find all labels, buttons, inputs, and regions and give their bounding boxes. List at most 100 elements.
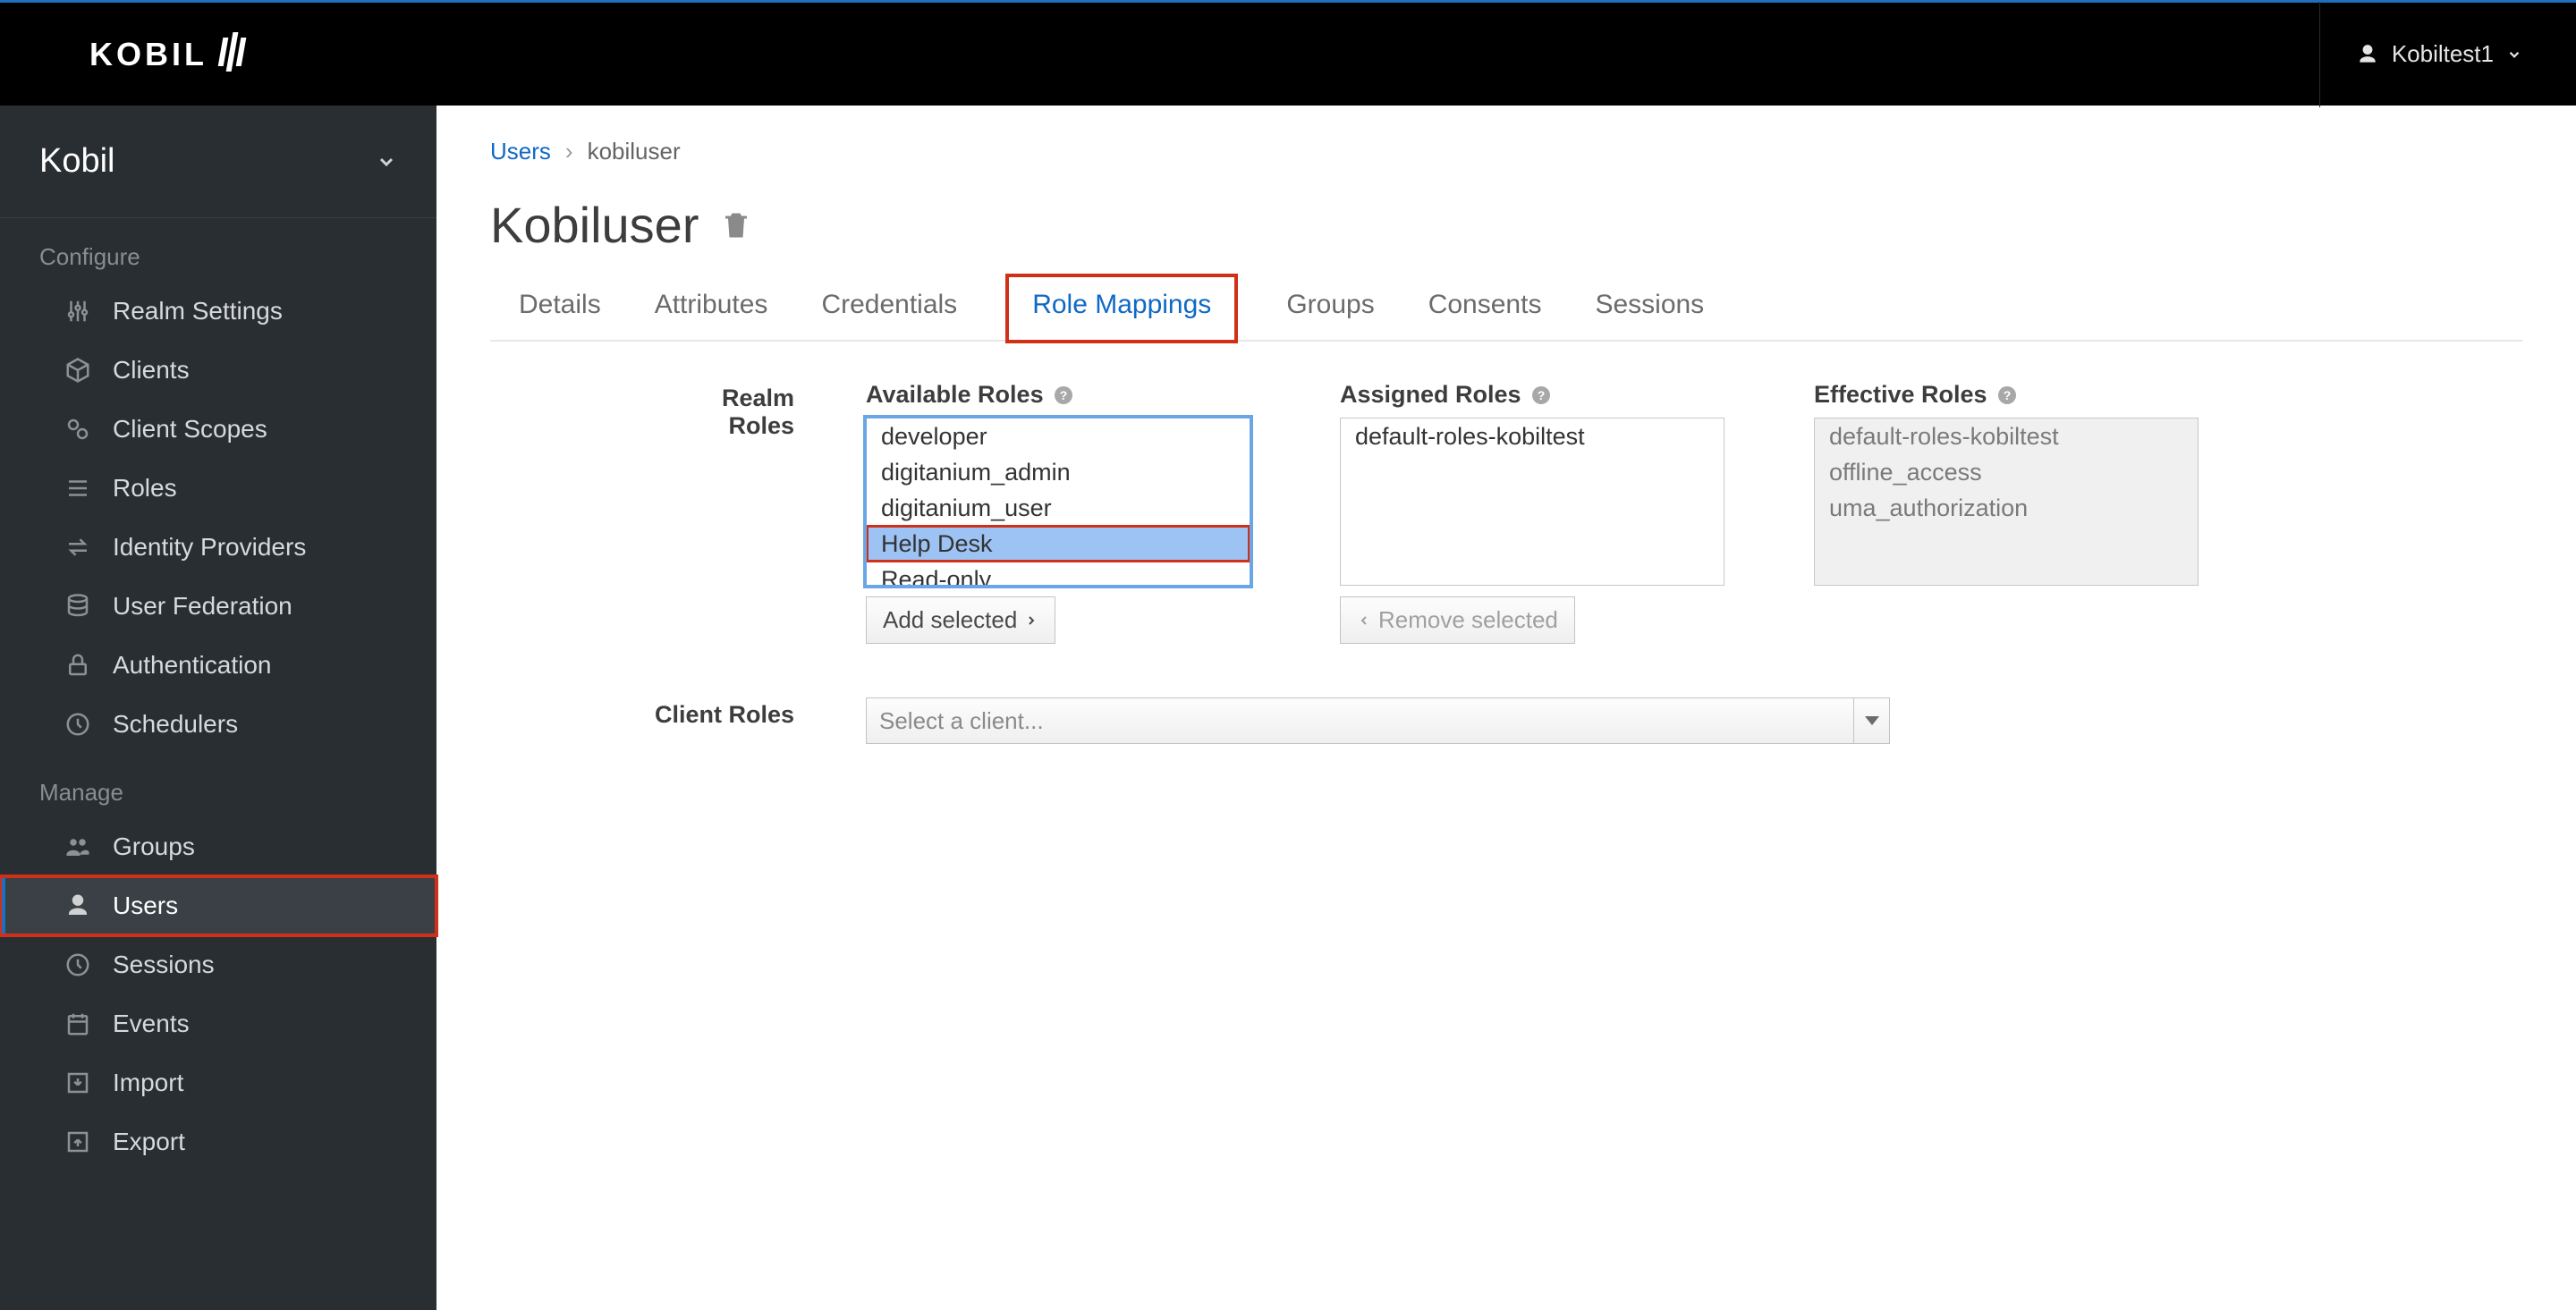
chevron-down-icon [2506, 46, 2522, 63]
nav-label: Sessions [113, 951, 215, 979]
available-roles-listbox[interactable]: developer digitanium_admin digitanium_us… [866, 418, 1250, 586]
client-select[interactable]: Select a client... [866, 697, 1890, 744]
effective-roles-listbox: default-roles-kobiltest offline_access u… [1814, 418, 2199, 586]
tab-role-mappings[interactable]: Role Mappings [1009, 277, 1234, 340]
sidebar-item-user-federation[interactable]: User Federation [0, 577, 436, 636]
realm-roles-row: Realm Roles Available Roles ? developer … [651, 381, 2522, 644]
sidebar-item-users[interactable]: Users [0, 876, 436, 935]
logo[interactable]: KOBIL [89, 36, 243, 73]
sidebar-item-clients[interactable]: Clients [0, 341, 436, 400]
nav-label: Export [113, 1128, 185, 1156]
chevron-left-icon [1357, 613, 1371, 628]
breadcrumb-current: kobiluser [588, 138, 681, 165]
sidebar: Kobil Configure Realm Settings Clients C… [0, 106, 436, 1310]
list-item-selected[interactable]: Help Desk [867, 526, 1250, 562]
user-icon [2356, 43, 2379, 66]
tab-details[interactable]: Details [517, 277, 603, 340]
tab-credentials[interactable]: Credentials [819, 277, 959, 340]
add-selected-button[interactable]: Add selected [866, 596, 1055, 644]
sidebar-item-import[interactable]: Import [0, 1053, 436, 1112]
section-label-manage: Manage [0, 754, 436, 817]
sidebar-item-realm-settings[interactable]: Realm Settings [0, 282, 436, 341]
svg-text:?: ? [1059, 388, 1067, 402]
nav-label: Realm Settings [113, 297, 283, 325]
dropdown-toggle[interactable] [1853, 698, 1889, 743]
button-label: Add selected [883, 606, 1017, 634]
sidebar-item-groups[interactable]: Groups [0, 817, 436, 876]
sidebar-item-client-scopes[interactable]: Client Scopes [0, 400, 436, 459]
cube-icon [64, 357, 91, 384]
svg-text:?: ? [2003, 388, 2011, 402]
assigned-roles-label: Assigned Roles [1340, 381, 1521, 409]
tab-attributes[interactable]: Attributes [653, 277, 770, 340]
exchange-icon [64, 534, 91, 561]
user-menu[interactable]: Kobiltest1 [2356, 40, 2522, 68]
nav-label: Import [113, 1069, 183, 1097]
nav-label: Identity Providers [113, 533, 306, 562]
nav-label: Clients [113, 356, 190, 385]
breadcrumb-users-link[interactable]: Users [490, 138, 551, 165]
clock-icon [64, 711, 91, 738]
sidebar-item-schedulers[interactable]: Schedulers [0, 695, 436, 754]
clock-icon [64, 951, 91, 978]
nav-label: User Federation [113, 592, 292, 621]
nav-label: Schedulers [113, 710, 238, 739]
help-icon[interactable]: ? [1996, 385, 2018, 406]
list-item[interactable]: Read-only [867, 562, 1250, 586]
caret-down-icon [1865, 716, 1879, 725]
list-item: offline_access [1815, 454, 2198, 490]
available-roles-label: Available Roles [866, 381, 1044, 409]
trash-icon[interactable] [720, 209, 752, 241]
nav-label: Events [113, 1010, 190, 1038]
user-icon [64, 892, 91, 919]
import-icon [64, 1069, 91, 1096]
top-bar: KOBIL Kobiltest1 [0, 0, 2576, 106]
logo-mark-icon [217, 38, 247, 72]
section-label-configure: Configure [0, 218, 436, 282]
chevron-right-icon: › [565, 138, 573, 165]
main-content: Users › kobiluser Kobiluser Details Attr… [436, 106, 2576, 1310]
tabs: Details Attributes Credentials Role Mapp… [490, 277, 2522, 342]
list-item[interactable]: default-roles-kobiltest [1341, 418, 1724, 454]
effective-roles-column: Effective Roles ? default-roles-kobiltes… [1814, 381, 2199, 644]
client-roles-row: Client Roles Select a client... [651, 697, 2522, 744]
sidebar-item-sessions[interactable]: Sessions [0, 935, 436, 994]
sidebar-item-events[interactable]: Events [0, 994, 436, 1053]
available-roles-column: Available Roles ? developer digitanium_a… [866, 381, 1250, 644]
database-icon [64, 593, 91, 620]
scopes-icon [64, 416, 91, 443]
list-item[interactable]: developer [867, 418, 1250, 454]
tab-consents[interactable]: Consents [1427, 277, 1544, 340]
tab-sessions[interactable]: Sessions [1593, 277, 1706, 340]
tab-groups[interactable]: Groups [1284, 277, 1376, 340]
assigned-roles-column: Assigned Roles ? default-roles-kobiltest… [1340, 381, 1724, 644]
button-label: Remove selected [1378, 606, 1558, 634]
client-roles-label: Client Roles [651, 697, 794, 729]
assigned-roles-listbox[interactable]: default-roles-kobiltest [1340, 418, 1724, 586]
nav-label: Roles [113, 474, 177, 503]
topbar-separator [2319, 2, 2320, 107]
sidebar-item-identity-providers[interactable]: Identity Providers [0, 518, 436, 577]
list-item[interactable]: digitanium_admin [867, 454, 1250, 490]
remove-selected-button[interactable]: Remove selected [1340, 596, 1575, 644]
help-icon[interactable]: ? [1530, 385, 1552, 406]
chevron-down-icon [376, 151, 397, 173]
breadcrumb: Users › kobiluser [490, 138, 2522, 165]
page-title-row: Kobiluser [490, 196, 2522, 254]
page-title: Kobiluser [490, 196, 699, 254]
list-item[interactable]: digitanium_user [867, 490, 1250, 526]
realm-name: Kobil [39, 142, 115, 181]
user-label: Kobiltest1 [2392, 40, 2494, 68]
nav-label: Groups [113, 832, 195, 861]
sidebar-item-export[interactable]: Export [0, 1112, 436, 1171]
export-icon [64, 1128, 91, 1155]
lock-icon [64, 652, 91, 679]
group-icon [64, 833, 91, 860]
realm-selector[interactable]: Kobil [0, 106, 436, 217]
sidebar-item-roles[interactable]: Roles [0, 459, 436, 518]
help-icon[interactable]: ? [1053, 385, 1074, 406]
sidebar-item-authentication[interactable]: Authentication [0, 636, 436, 695]
effective-roles-label: Effective Roles [1814, 381, 1987, 409]
chevron-right-icon [1024, 613, 1038, 628]
client-select-placeholder: Select a client... [879, 707, 1044, 735]
